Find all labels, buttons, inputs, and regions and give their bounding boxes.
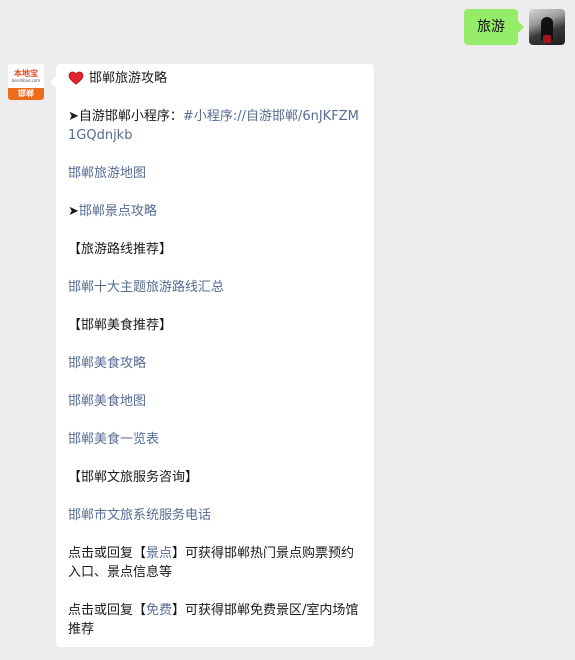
food-list-link[interactable]: 邯郸美食一览表 <box>68 430 364 449</box>
route-heading: 【旅游路线推荐】 <box>68 242 173 257</box>
reply-free-keyword[interactable]: 免费 <box>146 603 172 618</box>
avatar-detail <box>543 35 551 43</box>
arrow-icon: ➤ <box>68 109 79 124</box>
message-title-line: 邯郸旅游攻略 <box>68 69 364 88</box>
message-title: 邯郸旅游攻略 <box>89 71 168 86</box>
culture-heading: 【邯郸文旅服务咨询】 <box>68 470 199 485</box>
reply-scenic-line: 点击或回复【景点】可获得邯郸热门景点购票预约入口、景点信息等 <box>68 544 364 582</box>
culture-service-link[interactable]: 邯郸市文旅系统服务电话 <box>68 506 364 525</box>
route-link[interactable]: 邯郸十大主题旅游路线汇总 <box>68 278 364 297</box>
mini-program-line: ➤自游邯郸小程序：#小程序://自游邯郸/6nJKFZM1GQdnjkb <box>68 107 364 145</box>
bot-avatar[interactable]: 本地宝 bendibao.com 邯郸 <box>8 64 44 100</box>
user-avatar[interactable] <box>529 9 565 45</box>
mini-program-label: 自游邯郸小程序： <box>78 109 183 124</box>
bot-message-bubble: 邯郸旅游攻略 ➤自游邯郸小程序：#小程序://自游邯郸/6nJKFZM1GQdn… <box>50 64 374 647</box>
reply-scenic-keyword[interactable]: 景点 <box>146 546 172 561</box>
bot-logo-site: bendibao.com <box>11 78 41 83</box>
food-map-link[interactable]: 邯郸美食地图 <box>68 392 364 411</box>
bot-logo-city: 邯郸 <box>8 88 44 100</box>
bot-logo: 本地宝 bendibao.com <box>8 64 44 88</box>
food-heading: 【邯郸美食推荐】 <box>68 318 173 333</box>
arrow-icon: ➤ <box>68 204 79 219</box>
user-message-text: 旅游 <box>477 19 505 35</box>
food-guide-link[interactable]: 邯郸美食攻略 <box>68 354 364 373</box>
scenic-guide-link[interactable]: 邯郸景点攻略 <box>79 204 157 219</box>
user-message-bubble[interactable]: 旅游 <box>464 9 524 45</box>
bot-logo-brand: 本地宝 <box>14 69 38 78</box>
bot-message-row: 本地宝 bendibao.com 邯郸 邯郸旅游攻略 ➤自游邯郸小程序：#小程序… <box>8 64 374 647</box>
travel-map-link[interactable]: 邯郸旅游地图 <box>68 164 364 183</box>
reply-free-line: 点击或回复【免费】可获得邯郸免费景区/室内场馆推荐 <box>68 601 364 639</box>
scenic-guide-line: ➤邯郸景点攻略 <box>68 202 364 221</box>
reply-scenic-prefix: 点击或回复【 <box>68 546 147 561</box>
reply-free-prefix: 点击或回复【 <box>68 603 147 618</box>
heart-icon <box>68 71 84 85</box>
user-message-row: 旅游 <box>464 9 565 45</box>
